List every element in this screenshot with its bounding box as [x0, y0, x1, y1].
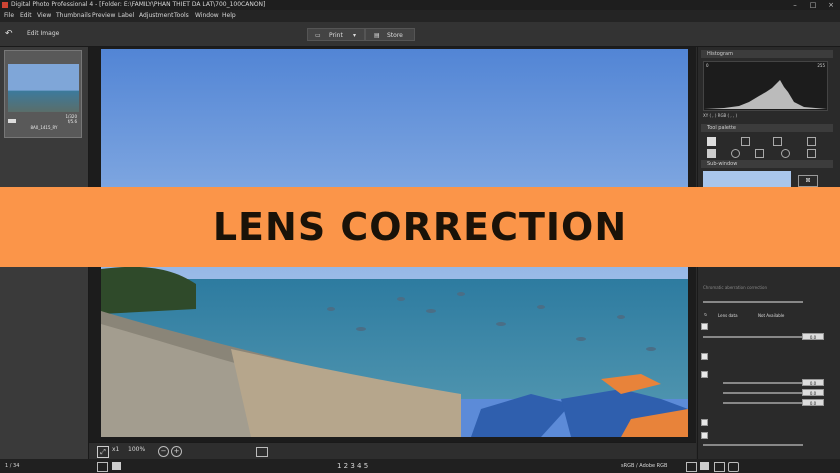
slider-6[interactable]	[703, 444, 803, 446]
title-banner: LENS CORRECTION	[0, 187, 840, 267]
printer-icon: ▭	[315, 32, 321, 39]
view-mode-icon[interactable]	[256, 447, 268, 457]
crop-tab-icon[interactable]	[741, 137, 750, 146]
menu-adjustment[interactable]: Adjustment	[139, 10, 173, 22]
undo-arrow-icon[interactable]: ↶	[5, 28, 15, 40]
checkbox-2[interactable]	[701, 353, 708, 360]
minimize-icon[interactable]: –	[788, 0, 802, 10]
menu-thumbnails[interactable]: Thumbnails	[56, 10, 91, 22]
raw-badge	[8, 119, 16, 123]
histogram-min: 0	[706, 63, 709, 68]
print-button-label: Print	[329, 32, 343, 39]
close-icon[interactable]: ×	[824, 0, 838, 10]
slider-5[interactable]	[723, 402, 803, 404]
layout-icon-2[interactable]	[700, 462, 709, 470]
lens-section-title: Chromatic aberration correction	[703, 285, 767, 290]
menu-tools[interactable]: Tools	[174, 10, 189, 22]
image-counter: 1 / 34	[5, 463, 20, 469]
tool-tab-row-1	[703, 135, 827, 147]
menu-preview[interactable]: Preview	[92, 10, 115, 22]
thumbnail-view-icon[interactable]	[97, 462, 108, 472]
save-icon: ▤	[374, 32, 380, 39]
print-button[interactable]: ▭ Print ▾	[307, 28, 365, 41]
lens-data-label: Lens data	[718, 313, 738, 318]
zoom-value[interactable]: 100%	[128, 446, 145, 453]
fit-window-icon[interactable]: ⤢	[97, 446, 109, 458]
histogram-box: 0 255	[703, 61, 828, 111]
histogram-header[interactable]: Histogram	[701, 50, 833, 58]
value-field-4[interactable]: 0.0	[802, 399, 824, 406]
histogram-graph	[704, 80, 827, 109]
checkbox-4[interactable]	[701, 419, 708, 426]
image-tab-icon[interactable]	[773, 137, 782, 146]
slider-3[interactable]	[723, 382, 803, 384]
rating-stars[interactable]: 1 2 3 4 5	[337, 459, 368, 473]
menu-bar: File Edit View Thumbnails Preview Label …	[0, 10, 840, 22]
tool-palette-title: Tool palette	[707, 125, 737, 131]
zoom-1x-label[interactable]: x1	[112, 446, 119, 453]
export-tab-icon[interactable]	[807, 137, 816, 146]
window-title: Digital Photo Professional 4 - [Folder: …	[11, 1, 266, 8]
subwindow-title: Sub-window	[707, 161, 738, 167]
checkbox-3[interactable]	[701, 371, 708, 378]
layout-icon-1[interactable]	[686, 462, 697, 472]
color-tab-icon[interactable]	[731, 149, 740, 158]
thumbnail-card[interactable]: 1/320 f/5.6 8A0_1415_RY	[4, 50, 82, 138]
reload-icon[interactable]: ↻	[704, 312, 707, 317]
subwindow-header[interactable]: Sub-window	[701, 160, 833, 168]
thumbnail-aperture: f/5.6	[67, 119, 77, 124]
menu-view[interactable]: View	[37, 10, 51, 22]
camera-icon[interactable]	[728, 462, 739, 472]
tone-tab-icon[interactable]	[707, 149, 716, 158]
menu-window[interactable]: Window	[195, 10, 219, 22]
value-field-2[interactable]: 0.0	[802, 379, 824, 386]
main-toolbar: ↶ Edit Image ▭ Print ▾ ▤ Store	[0, 22, 840, 47]
menu-file[interactable]: File	[4, 10, 14, 22]
settings-tab-icon[interactable]	[807, 149, 816, 158]
sharpness-tab-icon[interactable]	[755, 149, 764, 158]
slider-4[interactable]	[723, 392, 803, 394]
color-space-label: sRGB / Adobe RGB	[621, 463, 668, 469]
store-button-label: Store	[387, 32, 403, 39]
maximize-icon[interactable]: □	[806, 0, 820, 10]
subwindow-toggle-icon[interactable]: ⊠	[798, 175, 818, 187]
menu-label[interactable]: Label	[118, 10, 134, 22]
app-icon	[2, 2, 8, 8]
checkbox-5[interactable]	[701, 432, 708, 439]
value-field-3[interactable]: 0.0	[802, 389, 824, 396]
banner-title: LENS CORRECTION	[212, 205, 628, 249]
layout-icon-3[interactable]	[714, 462, 725, 472]
slider-2[interactable]	[703, 336, 803, 338]
image-bottom-toolbar: ⤢ x1 100% − +	[89, 442, 696, 460]
zoom-out-icon[interactable]: −	[158, 446, 169, 457]
store-button[interactable]: ▤ Store	[365, 28, 415, 41]
thumbnail-image[interactable]	[8, 64, 79, 112]
edit-image-label[interactable]: Edit Image	[27, 28, 59, 40]
menu-edit[interactable]: Edit	[20, 10, 32, 22]
status-bar: 1 / 34 1 2 3 4 5 sRGB / Adobe RGB	[0, 459, 840, 473]
chevron-down-icon[interactable]: ▾	[353, 29, 356, 42]
zoom-in-icon[interactable]: +	[171, 446, 182, 457]
tool-palette-header[interactable]: Tool palette	[701, 124, 833, 132]
checkbox-1[interactable]	[701, 323, 708, 330]
lens-data-value: Not Available	[758, 313, 785, 318]
preview-view-icon[interactable]	[112, 462, 121, 470]
histogram-max: 255	[817, 63, 825, 68]
slider-1[interactable]	[703, 301, 803, 303]
value-field-1[interactable]: 0.0	[802, 333, 824, 340]
menu-help[interactable]: Help	[222, 10, 236, 22]
pixel-readout: XY ( , ) RGB ( , , )	[703, 113, 738, 118]
title-bar: Digital Photo Professional 4 - [Folder: …	[0, 0, 840, 10]
tool-tab-row-2	[703, 148, 827, 160]
histogram-title: Histogram	[707, 51, 733, 57]
thumbnail-filename: 8A0_1415_RY	[30, 125, 58, 130]
lens-tab-icon[interactable]	[781, 149, 790, 158]
basic-tab-icon[interactable]	[707, 137, 716, 146]
